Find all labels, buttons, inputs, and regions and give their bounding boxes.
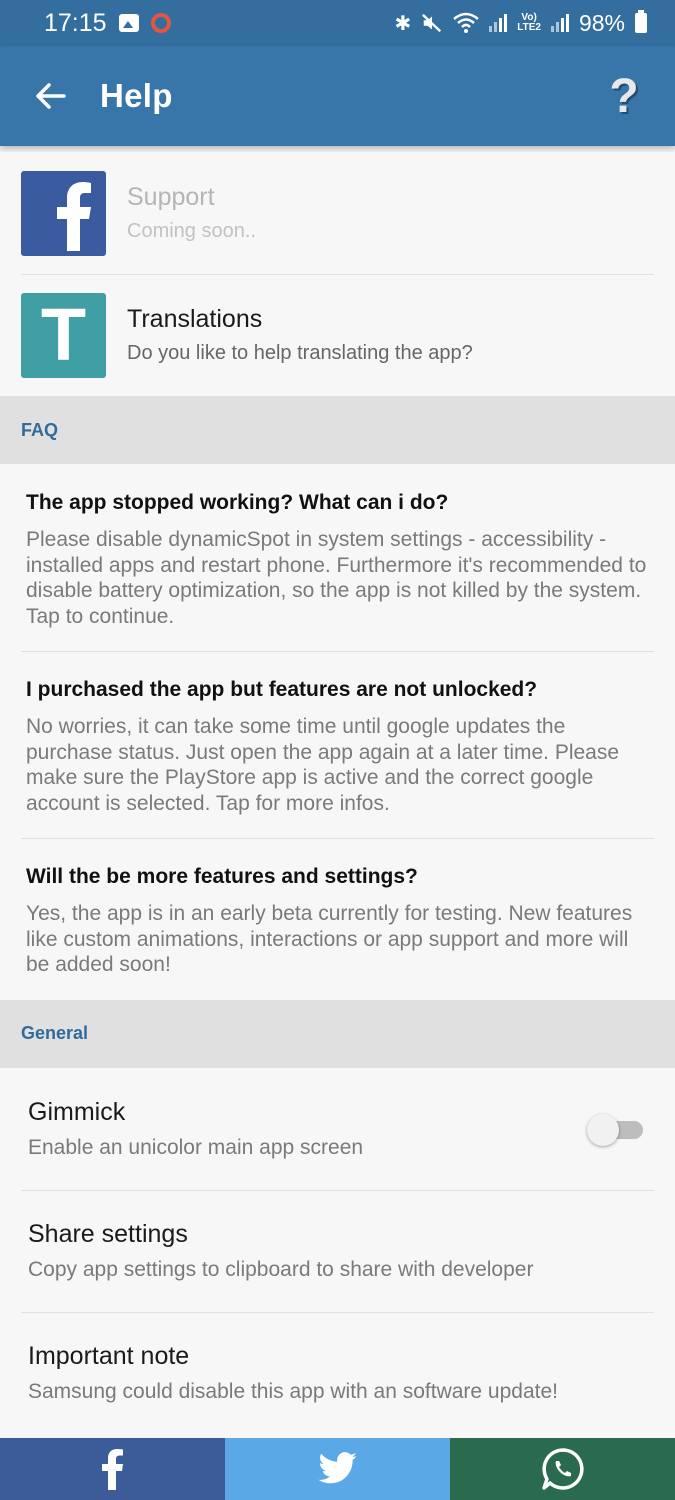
translations-subtitle: Do you like to help translating the app? (127, 342, 473, 364)
faq-question: The app stopped working? What can i do? (26, 491, 449, 514)
faq-answer: Yes, the app is in an early beta current… (26, 902, 633, 976)
gimmick-title: Gimmick (28, 1097, 126, 1126)
status-bar: 17:15 ✱ Vo) LTE2 98% (0, 0, 675, 46)
battery-percent: 98% (578, 9, 625, 36)
lte-label: Vo) LTE2 (517, 12, 541, 33)
arrow-left-icon (36, 83, 66, 109)
translations-item[interactable]: T Translations Do you like to help trans… (0, 274, 675, 396)
page-title: Help (100, 77, 173, 114)
translations-title: Translations (127, 305, 263, 333)
bluetooth-icon: ✱ (394, 12, 412, 35)
translations-tile-icon: T (21, 292, 106, 378)
mute-icon (422, 13, 442, 33)
share-facebook-button[interactable] (0, 1438, 225, 1500)
signal-icon (489, 14, 508, 32)
share-settings-item[interactable]: Share settings Copy app settings to clip… (0, 1189, 675, 1312)
important-note-title: Important note (28, 1341, 190, 1370)
gimmick-setting[interactable]: Gimmick Enable an unicolor main app scre… (0, 1067, 675, 1190)
back-button[interactable] (0, 46, 100, 146)
content: Support Coming soon.. T Translations Do … (0, 152, 675, 1434)
general-header: General (0, 999, 675, 1068)
faq-item-stopped-working[interactable]: The app stopped working? What can i do? … (0, 464, 675, 651)
important-note-subtitle: Samsung could disable this app with an s… (28, 1379, 558, 1403)
notification-ring-icon (150, 13, 171, 33)
important-note-item[interactable]: Important note Samsung could disable thi… (0, 1311, 675, 1434)
faq-item-more-features[interactable]: Will the be more features and settings? … (0, 838, 675, 1000)
faq-header: FAQ (0, 396, 675, 464)
faq-question: I purchased the app but features are not… (26, 678, 538, 701)
facebook-icon (21, 170, 106, 256)
share-settings-subtitle: Copy app settings to clipboard to share … (28, 1257, 534, 1281)
whatsapp-icon (541, 1448, 584, 1490)
gimmick-toggle[interactable] (587, 1112, 647, 1146)
share-twitter-button[interactable] (225, 1438, 450, 1500)
battery-icon (635, 10, 647, 33)
app-bar: Help ? (0, 46, 675, 146)
share-settings-title: Share settings (28, 1219, 188, 1248)
twitter-icon (317, 1452, 357, 1484)
faq-answer: Please disable dynamicSpot in system set… (26, 528, 647, 628)
wifi-icon (453, 12, 480, 33)
gimmick-subtitle: Enable an unicolor main app screen (28, 1135, 364, 1159)
faq-item-purchase[interactable]: I purchased the app but features are not… (0, 651, 675, 838)
toggle-thumb (587, 1113, 619, 1146)
facebook-icon (101, 1449, 123, 1490)
faq-answer: No worries, it can take some time until … (26, 715, 620, 815)
gallery-icon (118, 14, 139, 32)
support-title: Support (127, 183, 215, 211)
faq-question: Will the be more features and settings? (26, 865, 418, 888)
support-subtitle: Coming soon.. (127, 220, 256, 242)
help-button[interactable]: ? (599, 66, 649, 126)
support-item[interactable]: Support Coming soon.. (0, 152, 675, 274)
signal-icon-2 (550, 14, 569, 32)
status-time: 17:15 (44, 8, 107, 37)
share-bar (0, 1438, 675, 1500)
question-mark-icon: ? (609, 69, 639, 123)
share-whatsapp-button[interactable] (450, 1438, 675, 1500)
